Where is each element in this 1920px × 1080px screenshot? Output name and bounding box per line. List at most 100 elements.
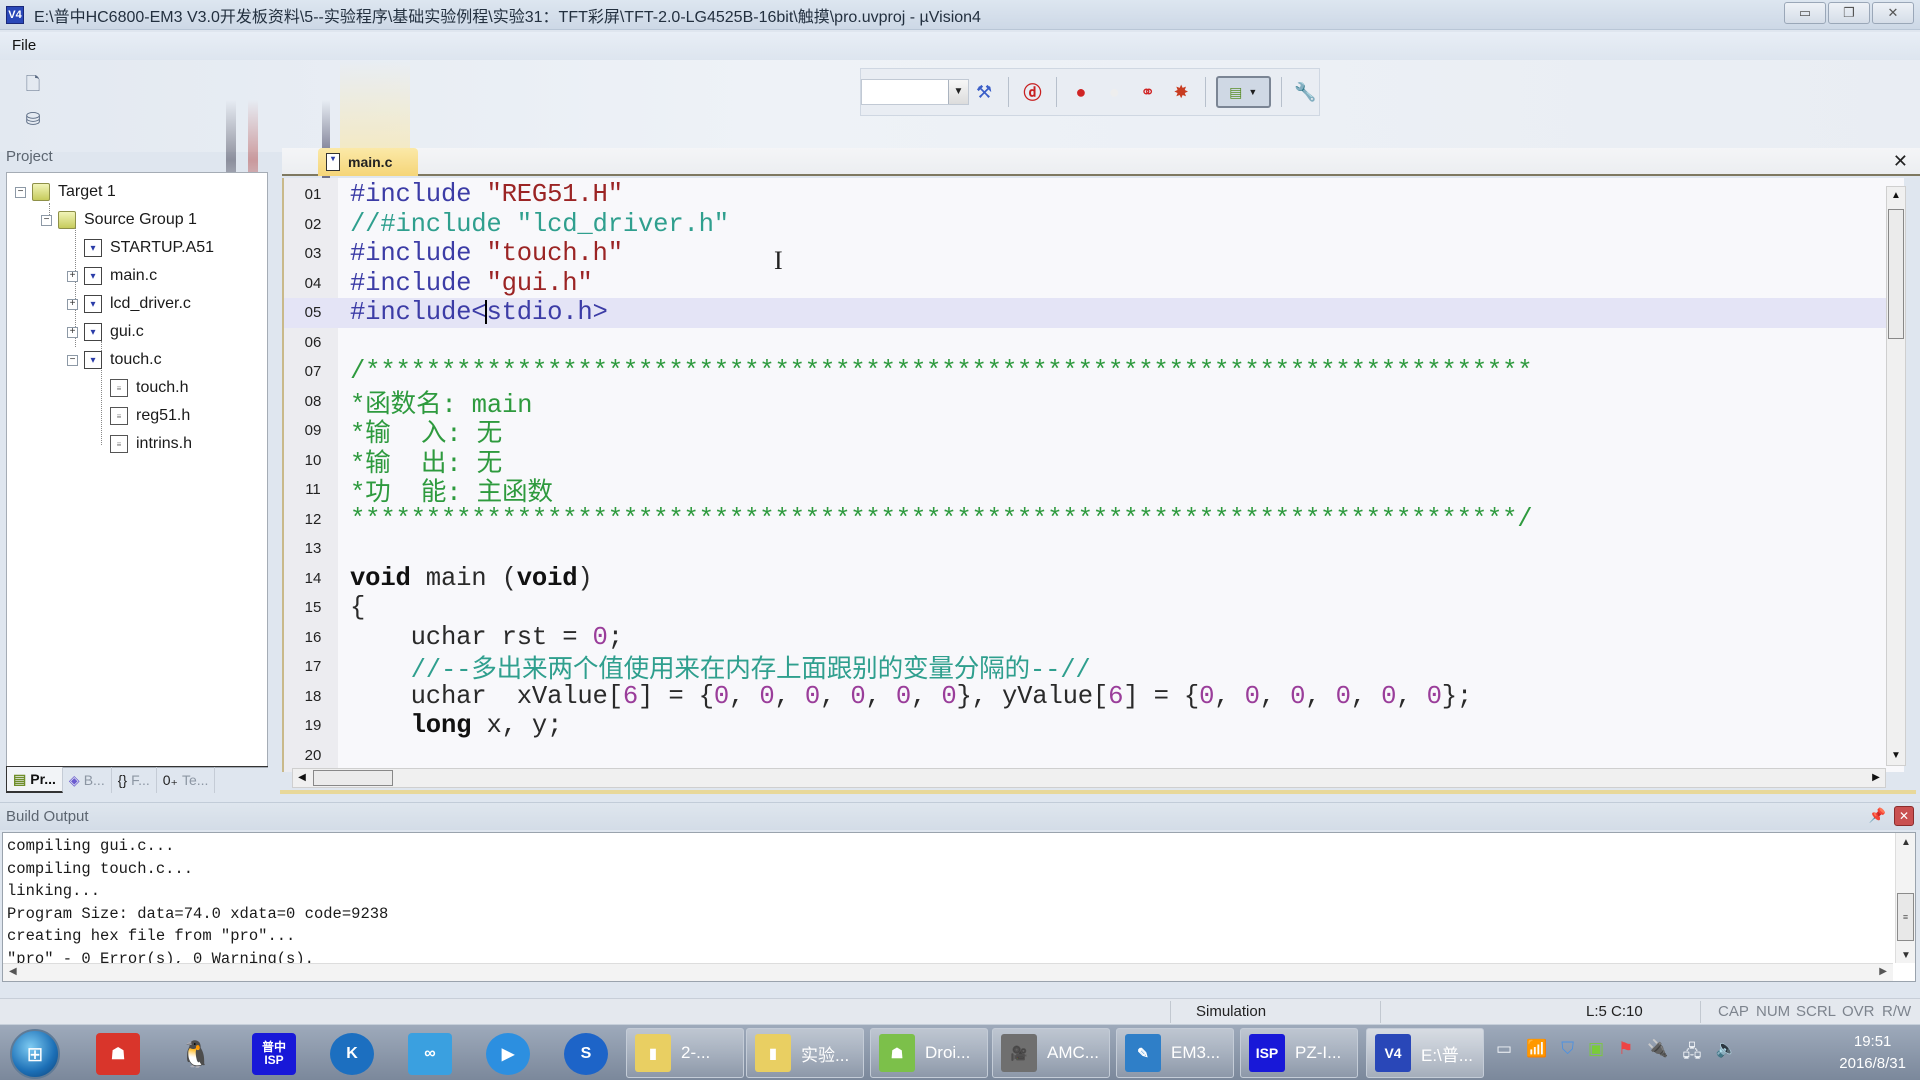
code-line[interactable]: 05 #include<stdio.h> xyxy=(284,298,1904,328)
volume-icon[interactable]: 🔈 xyxy=(1715,1039,1736,1068)
scroll-thumb[interactable] xyxy=(1888,209,1904,339)
code-line[interactable]: 09 *输 入: 无 xyxy=(284,416,1904,449)
scroll-down-icon[interactable]: ▼ xyxy=(1887,747,1905,765)
tree-item[interactable]: − Source Group 1 xyxy=(41,207,197,233)
close-build-output-icon[interactable]: ✕ xyxy=(1894,806,1914,826)
code-line[interactable]: 14 void main (void) xyxy=(284,564,1904,594)
scroll-right-icon[interactable]: ▶ xyxy=(1879,966,1887,977)
video-player-icon[interactable]: ▶ xyxy=(486,1033,530,1075)
collapse-icon[interactable]: − xyxy=(67,354,78,366)
code-line[interactable]: 01 #include "REG51.H" xyxy=(284,180,1904,210)
taskbar-button-label: Droi... xyxy=(925,1043,971,1062)
debug-icon[interactable]: ⓓ xyxy=(1019,78,1046,106)
scroll-thumb[interactable]: ≡ xyxy=(1897,893,1914,941)
tree-item[interactable]: ≡ intrins.h xyxy=(93,431,192,457)
menu-file[interactable]: File xyxy=(12,37,36,54)
tree-item[interactable]: ▾ STARTUP.A51 xyxy=(67,235,214,261)
new-file-icon[interactable]: 🗋 xyxy=(20,74,46,100)
code-line[interactable]: 11 *功 能: 主函数 xyxy=(284,475,1904,508)
code-line[interactable]: 13 xyxy=(284,534,1904,564)
tree-item[interactable]: + ▾ lcd_driver.c xyxy=(67,291,191,317)
collapse-icon[interactable]: − xyxy=(15,186,26,198)
enable-breakpoint-icon[interactable]: ● xyxy=(1101,78,1128,106)
wifi-icon[interactable]: 📶 xyxy=(1526,1039,1547,1068)
collapse-icon[interactable]: − xyxy=(41,214,52,226)
code-line[interactable]: 02 //#include "lcd_driver.h" xyxy=(284,210,1904,240)
code-line[interactable]: 18 uchar xValue[6] = {0, 0, 0, 0, 0, 0},… xyxy=(284,682,1904,712)
taskbar-button[interactable]: 🎥 AMC... xyxy=(992,1028,1110,1078)
code-editor[interactable]: 01 #include "REG51.H" 02 //#include "lcd_dr… xyxy=(282,178,1904,772)
scroll-left-icon[interactable]: ◀ xyxy=(293,769,311,787)
pin-icon[interactable]: 📌 xyxy=(1869,807,1886,824)
tab-templates[interactable]: 0₊ Te... xyxy=(157,767,216,793)
kugou-icon[interactable]: K xyxy=(330,1033,374,1075)
taskbar-button[interactable]: ▮ 实验... xyxy=(746,1028,864,1078)
code-line[interactable]: 20 xyxy=(284,741,1904,771)
configure-icon[interactable]: 🔧 xyxy=(1292,78,1319,106)
red-app-icon[interactable]: ☗ xyxy=(96,1033,140,1075)
tree-item[interactable]: ≡ reg51.h xyxy=(93,403,190,429)
tree-item[interactable]: − Target 1 xyxy=(15,179,116,205)
target-select[interactable]: ▼ xyxy=(861,79,969,105)
scroll-down-icon[interactable]: ▼ xyxy=(1897,950,1915,961)
baidu-cloud-icon[interactable]: ∞ xyxy=(408,1033,452,1075)
tab-functions[interactable]: {} F... xyxy=(112,767,157,793)
build-vertical-scrollbar[interactable]: ▲ ≡ ▼ xyxy=(1895,833,1915,963)
taskbar-button[interactable]: ☗ Droi... xyxy=(870,1028,988,1078)
taskbar-button[interactable]: ISP PZ-I... xyxy=(1240,1028,1358,1078)
close-editor-icon[interactable]: ✕ xyxy=(1893,151,1908,172)
code-line[interactable]: 17 //--多出来两个值使用来在内存上面跟别的变量分隔的--// xyxy=(284,652,1904,685)
network-icon[interactable]: 🖧 xyxy=(1682,1039,1701,1068)
code-line[interactable]: 04 #include "gui.h" xyxy=(284,269,1904,299)
scroll-right-icon[interactable]: ▶ xyxy=(1867,769,1885,787)
taskbar-button[interactable]: ▮ 2-... xyxy=(626,1028,744,1078)
window-layout-button[interactable]: ▤ ▼ xyxy=(1215,76,1271,108)
taskbar-button[interactable]: V4 E:\普... xyxy=(1366,1028,1484,1078)
download-icon[interactable]: ⛁ xyxy=(20,106,46,132)
scroll-left-icon[interactable]: ◀ xyxy=(9,966,17,977)
expand-icon[interactable]: + xyxy=(67,298,78,310)
editor-vertical-scrollbar[interactable]: ▲ ▼ xyxy=(1886,186,1906,766)
scroll-up-icon[interactable]: ▲ xyxy=(1887,187,1905,205)
build-horizontal-scrollbar[interactable]: ◀ ▶ xyxy=(3,963,1893,981)
tree-item[interactable]: + ▾ main.c xyxy=(67,263,157,289)
expand-icon[interactable]: + xyxy=(67,326,78,338)
kill-breakpoints-icon[interactable]: ✸ xyxy=(1167,78,1194,106)
code-token: , xyxy=(1350,681,1382,711)
restore-button[interactable]: ❐ xyxy=(1828,2,1870,24)
monitor-icon[interactable]: ▣ xyxy=(1588,1039,1604,1068)
code-line[interactable]: 08 *函数名: main xyxy=(284,387,1904,420)
keyboard-icon[interactable]: ▭ xyxy=(1496,1039,1512,1068)
qq-icon[interactable]: 🐧 xyxy=(174,1033,218,1075)
tab-books[interactable]: ◈ B... xyxy=(63,767,112,793)
power-icon[interactable]: 🔌 xyxy=(1647,1039,1668,1068)
code-line[interactable]: 19 long x, y; xyxy=(284,711,1904,741)
shield-icon[interactable]: ⛉ xyxy=(1561,1039,1574,1068)
flag-icon[interactable]: ⚑ xyxy=(1618,1039,1633,1068)
code-line[interactable]: 15 { xyxy=(284,593,1904,623)
tree-item[interactable]: − ▾ touch.c xyxy=(67,347,162,373)
expand-icon[interactable]: + xyxy=(67,270,78,282)
code-line[interactable]: 12 **************************************… xyxy=(284,505,1904,535)
code-line[interactable]: 06 xyxy=(284,328,1904,358)
sogou-icon[interactable]: S xyxy=(564,1033,608,1075)
clock[interactable]: 19:51 2016/8/31 xyxy=(1839,1031,1906,1075)
tree-item[interactable]: + ▾ gui.c xyxy=(67,319,144,345)
isp-icon[interactable]: 普中 ISP xyxy=(252,1033,296,1075)
tree-item[interactable]: ≡ touch.h xyxy=(93,375,188,401)
taskbar-button[interactable]: ✎ EM3... xyxy=(1116,1028,1234,1078)
scroll-up-icon[interactable]: ▲ xyxy=(1897,837,1915,848)
editor-horizontal-scrollbar[interactable]: ◀ ▶ xyxy=(292,768,1886,788)
tab-main-c[interactable]: ▾ main.c xyxy=(318,148,418,176)
code-line[interactable]: 03 #include "touch.h" xyxy=(284,239,1904,269)
minimize-button[interactable]: ▭ xyxy=(1784,2,1826,24)
find-in-files-icon[interactable]: ⚒ xyxy=(970,78,997,106)
start-button[interactable]: ⊞ xyxy=(10,1029,60,1079)
disable-breakpoint-icon[interactable]: ⚭ xyxy=(1134,78,1161,106)
tab-project[interactable]: ▤ Pr... xyxy=(6,767,63,793)
close-window-button[interactable]: ✕ xyxy=(1872,2,1914,24)
breakpoint-icon[interactable]: ● xyxy=(1067,78,1094,106)
build-output-panel[interactable]: compiling gui.c... compiling touch.c... li… xyxy=(2,832,1916,982)
scroll-thumb[interactable] xyxy=(313,770,393,786)
chevron-down-icon[interactable]: ▼ xyxy=(948,80,968,104)
